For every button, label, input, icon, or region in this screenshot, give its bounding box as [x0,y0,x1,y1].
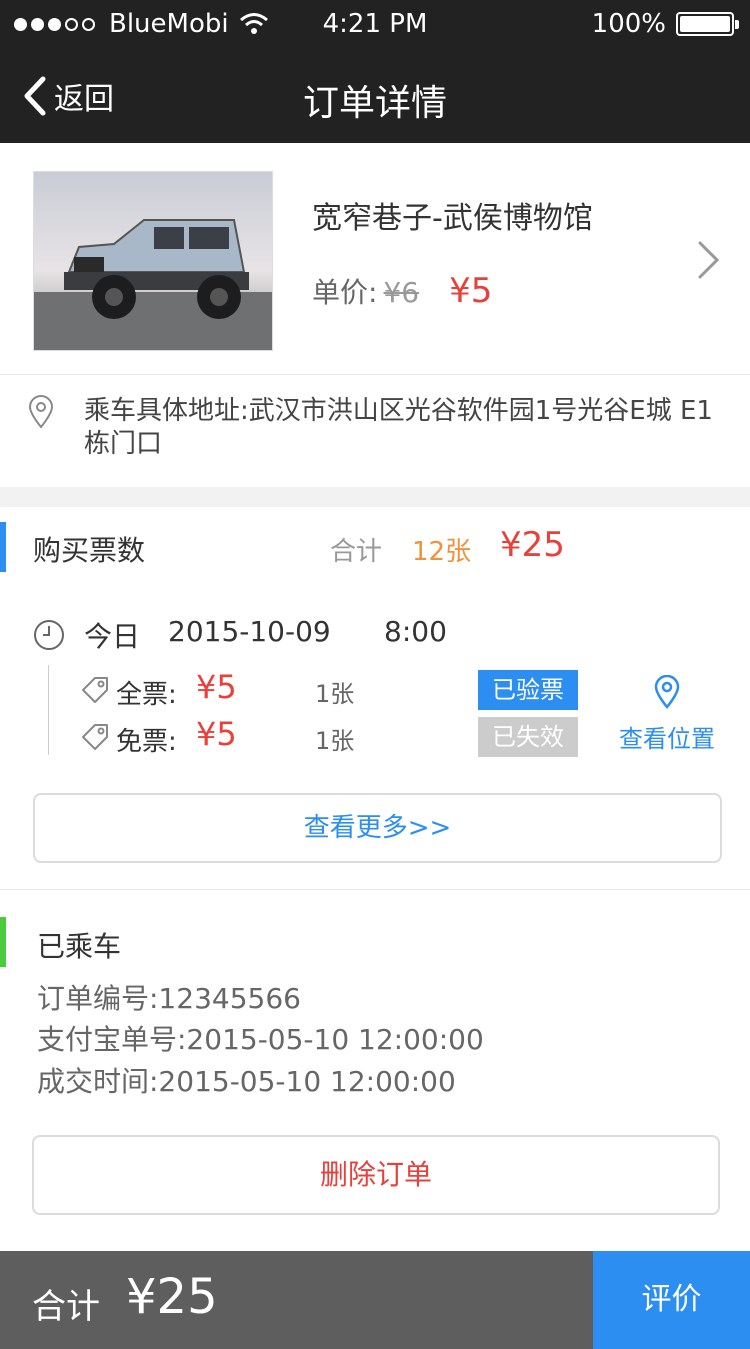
tag-icon [82,724,108,750]
product-image [33,171,273,351]
ticket-price: ¥5 [196,715,237,753]
order-section: 已乘车 订单编号:12345566 支付宝单号:2015-05-10 12:00… [0,891,750,1251]
view-location-button[interactable]: 查看位置 [612,674,722,754]
date-day-label: 今日 [84,620,141,653]
location-pin-icon [654,674,680,709]
tickets-section: 购买票数 合计 12张 ¥25 今日 2015-10-09 8:00 全票: ¥… [0,507,750,890]
view-location-label: 查看位置 [619,725,715,753]
alipay-number: 支付宝单号:2015-05-10 12:00:00 [37,1023,484,1056]
order-number: 订单编号:12345566 [37,982,301,1015]
tickets-total-label: 合计 [330,537,383,567]
tickets-total-count: 12张 [412,537,472,567]
ticket-status-badge: 已验票 [478,670,578,710]
status-bar: BlueMobi 4:21 PM 100% [0,0,750,48]
price-row: 单价: ¥6 ¥5 [312,271,492,311]
address-row: 乘车具体地址:武汉市洪山区光谷软件园1号光谷E城 E1栋门口 [0,375,750,487]
map-pin-icon [28,395,54,429]
deal-time: 成交时间:2015-05-10 12:00:00 [37,1065,456,1098]
bottom-total-value: ¥25 [126,1269,218,1325]
tickets-total-price: ¥25 [500,525,565,565]
timeline-line [48,665,49,755]
bottom-bar: 合计 ¥25 评价 [0,1251,750,1349]
product-card[interactable]: 宽窄巷子-武侯博物馆 单价: ¥6 ¥5 [0,143,750,375]
tag-icon [82,677,108,703]
address-text: 乘车具体地址:武汉市洪山区光谷软件园1号光谷E城 E1栋门口 [84,396,713,459]
view-more-button[interactable]: 查看更多>> [33,793,722,863]
ticket-price: ¥5 [196,668,237,706]
delete-order-button[interactable]: 删除订单 [32,1135,720,1215]
nav-bar: 返回 订单详情 [0,48,750,143]
unit-price-label: 单价: [312,276,378,309]
product-name: 宽窄巷子-武侯博物馆 [312,201,593,236]
ticket-count: 1张 [315,680,355,708]
page-title: 订单详情 [302,83,447,124]
tickets-title: 购买票数 [33,534,146,567]
ticket-count: 1张 [315,727,355,755]
ride-time: 8:00 [384,615,447,648]
battery-icon [676,12,739,36]
clock-icon [34,620,64,650]
ticket-type-label: 全票: [116,680,177,710]
section-accent-bar [0,522,6,572]
bottom-total-label: 合计 [32,1287,100,1327]
ticket-status-badge: 已失效 [478,717,578,757]
order-status: 已乘车 [37,930,122,963]
status-right: 100% [591,9,739,39]
section-divider [0,487,750,507]
original-price: ¥6 [383,276,420,309]
current-price: ¥5 [449,271,493,311]
ride-date: 2015-10-09 [168,615,331,648]
chevron-right-icon [698,241,720,279]
battery-percent: 100% [591,9,666,39]
section-accent-bar [0,917,6,967]
ticket-type-label: 免票: [116,727,177,757]
rate-button[interactable]: 评价 [593,1251,750,1349]
